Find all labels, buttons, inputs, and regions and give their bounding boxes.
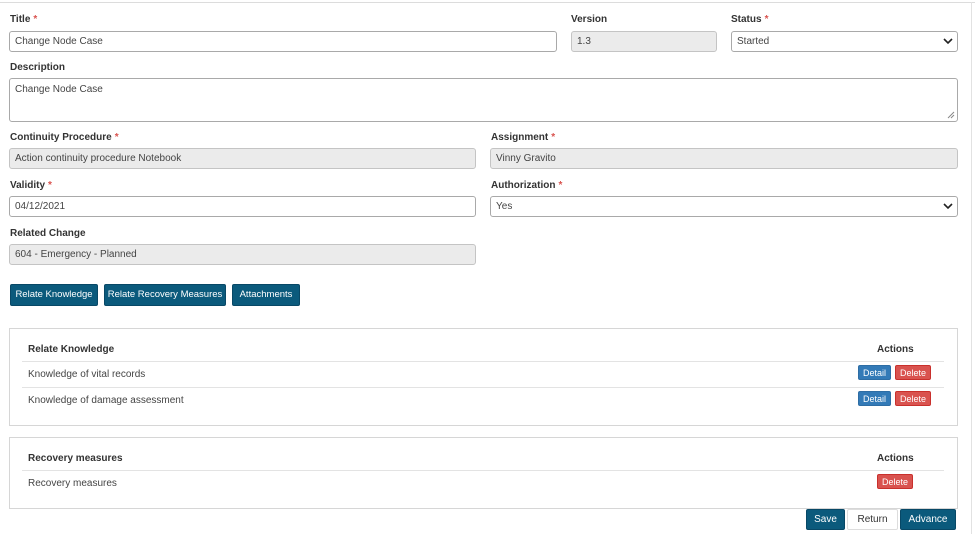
recovery-measures-header: Recovery measures: [28, 453, 123, 464]
detail-button[interactable]: Detail: [858, 391, 891, 406]
relate-knowledge-header: Relate Knowledge: [28, 344, 115, 355]
actions-header: Actions: [877, 344, 914, 355]
table-divider: [22, 470, 944, 471]
actions-header: Actions: [877, 453, 914, 464]
scrollbar-track[interactable]: [971, 2, 972, 534]
chevron-down-icon: [943, 38, 953, 45]
recovery-row-name: Recovery measures: [28, 478, 117, 489]
validity-input[interactable]: 04/12/2021: [9, 196, 476, 217]
version-input: 1.3: [571, 31, 717, 52]
continuity-input: Action continuity procedure Notebook: [9, 148, 476, 169]
relate-knowledge-button[interactable]: Relate Knowledge: [10, 284, 98, 306]
title-label: Title *: [10, 14, 38, 25]
resize-grip-icon[interactable]: [947, 111, 955, 119]
status-selected-value: Started: [737, 36, 770, 47]
description-label: Description: [10, 62, 66, 73]
detail-button[interactable]: Detail: [858, 365, 891, 380]
continuity-label: Continuity Procedure *: [10, 132, 119, 143]
authorization-label: Authorization *: [491, 180, 563, 191]
authorization-selected-value: Yes: [496, 201, 513, 212]
table-divider: [22, 361, 944, 362]
status-select[interactable]: Started: [731, 31, 958, 52]
required-mark: *: [33, 14, 38, 25]
required-mark: *: [764, 14, 769, 25]
required-mark: *: [48, 180, 52, 191]
required-mark: *: [558, 180, 563, 191]
top-divider: [0, 2, 975, 3]
validity-label: Validity *: [10, 180, 52, 191]
delete-button[interactable]: Delete: [877, 474, 913, 489]
knowledge-row-name: Knowledge of vital records: [28, 369, 146, 380]
status-label: Status *: [731, 14, 769, 25]
return-button[interactable]: Return: [847, 509, 898, 530]
authorization-select[interactable]: Yes: [490, 196, 958, 217]
knowledge-row-name: Knowledge of damage assessment: [28, 395, 184, 406]
attachments-button[interactable]: Attachments: [232, 284, 300, 306]
related-change-input: 604 - Emergency - Planned: [9, 244, 476, 265]
recovery-measures-panel: Recovery measures Actions Recovery measu…: [9, 437, 958, 509]
chevron-down-icon: [943, 203, 953, 210]
required-mark: *: [551, 132, 556, 143]
description-value: Change Node Case: [15, 84, 103, 95]
delete-button[interactable]: Delete: [895, 365, 931, 380]
assignment-label: Assignment *: [491, 132, 556, 143]
delete-button[interactable]: Delete: [895, 391, 931, 406]
description-textarea[interactable]: Change Node Case: [9, 78, 958, 122]
related-change-label: Related Change: [10, 228, 86, 239]
relate-recovery-measures-button[interactable]: Relate Recovery Measures: [104, 284, 226, 306]
save-button[interactable]: Save: [806, 509, 845, 530]
advance-button[interactable]: Advance: [900, 509, 956, 530]
title-input[interactable]: Change Node Case: [9, 31, 557, 52]
table-divider: [22, 387, 944, 388]
version-label: Version: [571, 14, 608, 25]
relate-knowledge-panel: Relate Knowledge Actions Knowledge of vi…: [9, 328, 958, 426]
assignment-input: Vinny Gravito: [490, 148, 958, 169]
required-mark: *: [114, 132, 119, 143]
